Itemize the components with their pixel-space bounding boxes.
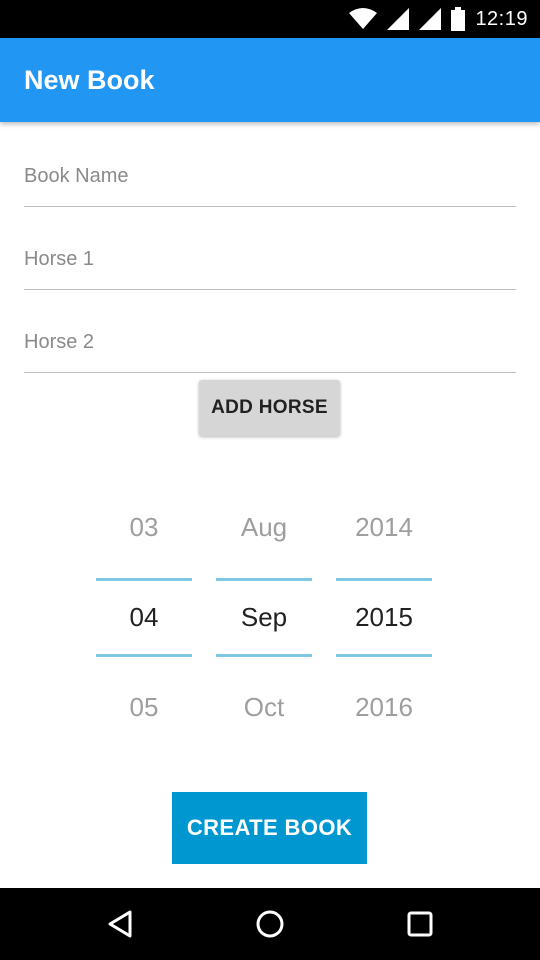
day-picker[interactable]: 03 04 05: [96, 490, 192, 746]
app-bar: New Book: [0, 38, 540, 122]
year-next[interactable]: 2016: [336, 692, 432, 723]
horse-1-field[interactable]: [24, 229, 516, 290]
picker-divider: [216, 578, 312, 581]
month-selected[interactable]: Sep: [216, 602, 312, 633]
recents-icon[interactable]: [402, 906, 438, 942]
horse-2-field[interactable]: [24, 312, 516, 373]
home-icon[interactable]: [252, 906, 288, 942]
picker-divider: [96, 578, 192, 581]
battery-icon: [451, 7, 466, 31]
signal-icon: [387, 8, 410, 30]
day-prev[interactable]: 03: [96, 512, 192, 543]
year-picker[interactable]: 2014 2015 2016: [336, 490, 432, 746]
month-prev[interactable]: Aug: [216, 512, 312, 543]
day-next[interactable]: 05: [96, 692, 192, 723]
status-icons: 12:19: [349, 0, 528, 38]
picker-divider: [336, 654, 432, 657]
status-bar: 12:19: [0, 0, 540, 38]
nav-bar: [0, 888, 540, 960]
picker-divider: [216, 654, 312, 657]
book-name-field[interactable]: [24, 146, 516, 207]
page-title: New Book: [24, 65, 155, 95]
back-icon[interactable]: [102, 906, 138, 942]
add-horse-button[interactable]: ADD HORSE: [199, 380, 340, 436]
picker-divider: [336, 578, 432, 581]
month-next[interactable]: Oct: [216, 692, 312, 723]
day-selected[interactable]: 04: [96, 602, 192, 633]
status-time: 12:19: [475, 7, 528, 30]
wifi-icon: [349, 8, 378, 30]
signal-icon: [419, 8, 442, 30]
year-prev[interactable]: 2014: [336, 512, 432, 543]
month-picker[interactable]: Aug Sep Oct: [216, 490, 312, 746]
create-book-button[interactable]: CREATE BOOK: [172, 792, 367, 864]
year-selected[interactable]: 2015: [336, 602, 432, 633]
picker-divider: [96, 654, 192, 657]
